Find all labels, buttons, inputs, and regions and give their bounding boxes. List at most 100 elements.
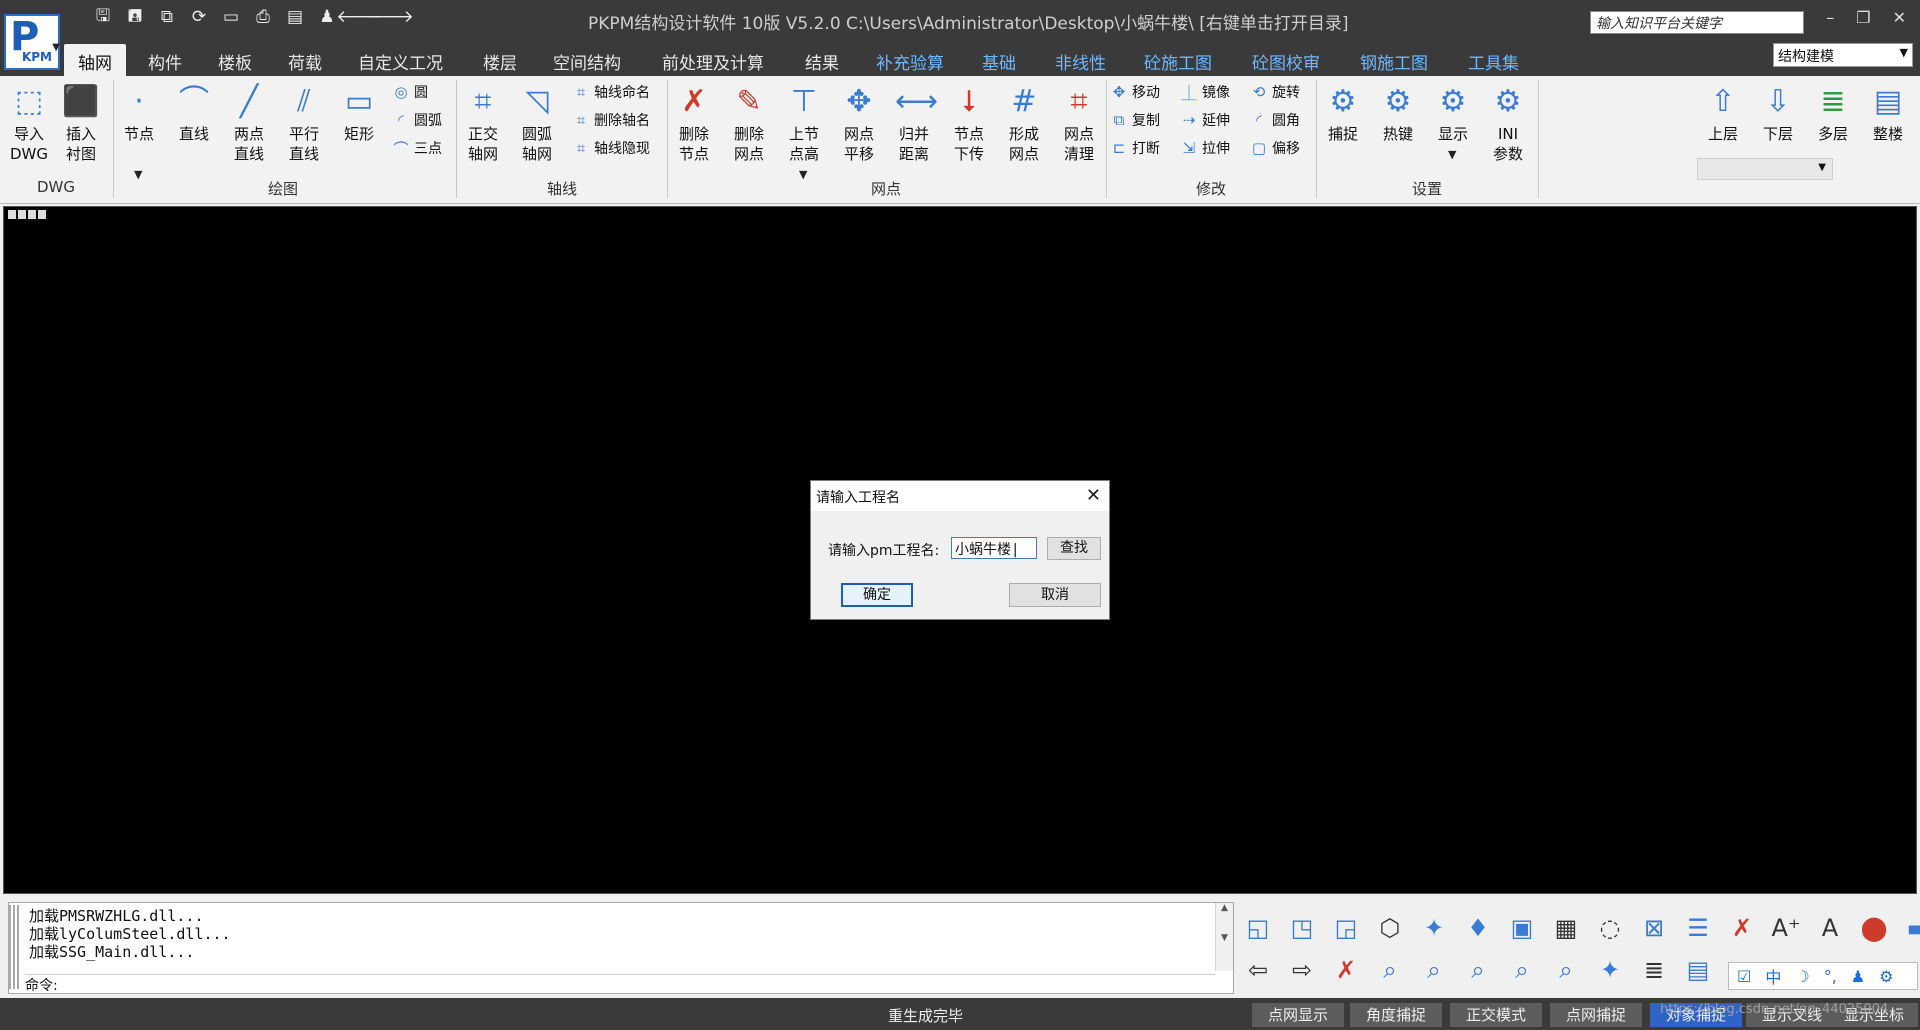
tab-supplement-check[interactable]: 补充验算 <box>876 44 944 76</box>
line-button[interactable]: ⌒ 直线 <box>171 82 217 144</box>
project-name-input[interactable]: 小蜗牛楼| <box>951 537 1037 559</box>
import-dwg-button[interactable]: ⬚ 导入 DWG <box>6 82 52 164</box>
axis-visibility-button[interactable]: ⌗ 轴线隐现 <box>572 138 650 158</box>
axis-name-button[interactable]: ⌗ 轴线命名 <box>572 82 650 102</box>
parallel-line-button[interactable]: ⫽ 平行 直线 <box>281 82 327 164</box>
tab-nonlinear[interactable]: 非线性 <box>1055 44 1106 76</box>
zoom-realtime-icon[interactable]: ⌕ <box>1416 952 1452 988</box>
upper-floor-button[interactable]: ⇧ 上层 <box>1700 82 1746 144</box>
toggle-angle-snap[interactable]: 角度捕捉 <box>1350 1003 1442 1027</box>
user-icon[interactable]: ♟ <box>316 6 338 28</box>
node-down-button[interactable]: ⭣ 节点 下传 <box>946 82 992 164</box>
export-icon[interactable]: ⧉ <box>156 6 178 28</box>
zoom-window-icon[interactable]: ⌕ <box>1372 952 1408 988</box>
extend-button[interactable]: ⇢ 延伸 <box>1180 110 1230 130</box>
light-bulb-icon[interactable]: ✦ <box>1592 952 1628 988</box>
save-as-icon[interactable]: 🖪 <box>124 6 146 28</box>
tab-axis-grid[interactable]: 轴网 <box>64 44 126 76</box>
frame-icon[interactable]: ▣ <box>1504 910 1540 946</box>
zoom-in-icon[interactable]: ⌕ <box>1460 952 1496 988</box>
ime-moon-icon[interactable]: ☽ <box>1795 967 1809 986</box>
rectangle-button[interactable]: ▭ 矩形 <box>336 82 382 144</box>
drag-handle[interactable] <box>9 905 19 989</box>
lower-floor-button[interactable]: ⇩ 下层 <box>1755 82 1801 144</box>
zoom-out-icon[interactable]: ⌕ <box>1548 952 1584 988</box>
circle-button[interactable]: ◎ 圆 <box>392 82 428 102</box>
text-size-icon[interactable]: A <box>1812 910 1848 946</box>
viewport-tabs[interactable] <box>8 210 46 219</box>
notebook-icon[interactable]: ▤ <box>284 6 306 28</box>
view-side-icon[interactable]: ◳ <box>1284 910 1320 946</box>
toggle-ortho-mode[interactable]: 正交模式 <box>1450 1003 1542 1027</box>
building-icon[interactable]: ▤ <box>1680 952 1716 988</box>
offset-button[interactable]: ▢ 偏移 <box>1250 138 1300 158</box>
two-point-line-button[interactable]: ╱ 两点 直线 <box>226 82 272 164</box>
rotate-button[interactable]: ⟲ 旋转 <box>1250 82 1300 102</box>
toggle-grid-display[interactable]: 点网显示 <box>1252 1003 1344 1027</box>
grid-move-button[interactable]: ✥ 网点 平移 <box>836 82 882 164</box>
close-icon[interactable]: ✕ <box>1086 485 1101 506</box>
save-icon[interactable]: 🖫 <box>92 6 114 28</box>
tab-custom-case[interactable]: 自定义工况 <box>358 44 443 76</box>
tab-floor[interactable]: 楼层 <box>483 44 517 76</box>
toggle-grid-snap[interactable]: 点网捕捉 <box>1550 1003 1642 1027</box>
move-button[interactable]: ✥ 移动 <box>1110 82 1160 102</box>
command-input[interactable]: 命令: <box>25 974 1215 994</box>
delete-axis-name-button[interactable]: ⌗ 删除轴名 <box>572 110 650 130</box>
tab-steel-drawing[interactable]: 钢施工图 <box>1360 44 1428 76</box>
clean-grid-button[interactable]: ⌗ 网点 清理 <box>1056 82 1102 164</box>
fillet-button[interactable]: ◜ 圆角 <box>1250 110 1300 130</box>
dwg-export-icon[interactable]: ⬤ <box>1856 910 1892 946</box>
tab-results[interactable]: 结果 <box>805 44 839 76</box>
node-button[interactable]: · 节点 <box>116 82 162 144</box>
tab-concrete-review[interactable]: 砼图校审 <box>1252 44 1320 76</box>
ime-settings-icon[interactable]: ☑ <box>1737 967 1751 986</box>
zoom-extents-icon[interactable]: ⌕ <box>1504 952 1540 988</box>
tab-foundation[interactable]: 基础 <box>982 44 1016 76</box>
tab-load[interactable]: 荷载 <box>288 44 322 76</box>
dwg-icon[interactable]: ▭ <box>220 6 242 28</box>
orbit-icon[interactable]: ◌ <box>1592 910 1628 946</box>
hotkey-button[interactable]: ⚙ 热键 <box>1375 82 1421 144</box>
tab-toolset[interactable]: 工具集 <box>1468 44 1519 76</box>
close-icon[interactable]: ✕ <box>1893 8 1906 27</box>
break-button[interactable]: ⊏ 打断 <box>1110 138 1160 158</box>
print-icon[interactable]: ⎙ <box>252 6 274 28</box>
whole-building-button[interactable]: ▤ 整楼 <box>1865 82 1911 144</box>
text-enlarge-icon[interactable]: A⁺ <box>1768 910 1804 946</box>
restore-icon[interactable]: ❐ <box>1856 8 1870 27</box>
stretch-button[interactable]: ⇲ 拉伸 <box>1180 138 1230 158</box>
light-icon[interactable]: ✦ <box>1416 910 1452 946</box>
ime-punct-icon[interactable]: °, <box>1824 967 1837 986</box>
merge-distance-button[interactable]: ⟷ 归并 距离 <box>891 82 938 164</box>
fit-view-icon[interactable]: ⊠ <box>1636 910 1672 946</box>
stack-icon[interactable]: ≣ <box>1636 952 1672 988</box>
node-elevation-button[interactable]: ⊤ 上节 点高 <box>781 82 827 164</box>
arrow-left-icon[interactable]: ⇦ <box>1240 952 1276 988</box>
refresh-icon[interactable]: ⟳ <box>188 6 210 28</box>
mode-select[interactable]: 结构建模 ▼ <box>1773 43 1913 67</box>
ime-user-icon[interactable]: ♟ <box>1851 967 1865 986</box>
redo-icon[interactable]: 🡒 <box>368 6 414 28</box>
lamp-icon[interactable]: ♦ <box>1460 910 1496 946</box>
mirror-button[interactable]: ⏊ 镜像 <box>1180 82 1230 102</box>
pkpm-logo[interactable]: P KPM ▼ <box>4 14 60 70</box>
floor-select[interactable]: ▼ <box>1697 158 1833 180</box>
minimize-icon[interactable]: – <box>1826 8 1834 27</box>
tab-preprocess[interactable]: 前处理及计算 <box>662 44 764 76</box>
display-button[interactable]: ⚙ 显示 <box>1430 82 1476 144</box>
layer-delete-icon[interactable]: ✗ <box>1724 910 1760 946</box>
snap-button[interactable]: ⚙ 捕捉 <box>1320 82 1366 144</box>
tab-concrete-drawing[interactable]: 砼施工图 <box>1144 44 1212 76</box>
tab-slab[interactable]: 楼板 <box>218 44 252 76</box>
view-iso-icon[interactable]: ⬡ <box>1372 910 1408 946</box>
ime-language[interactable]: 中 <box>1765 964 1781 988</box>
ime-gear-icon[interactable]: ⚙ <box>1879 967 1893 986</box>
delete-node-button[interactable]: ✗ 删除 节点 <box>671 82 717 164</box>
layer-light-icon[interactable]: ☰ <box>1680 910 1716 946</box>
ok-button[interactable]: 确定 <box>841 583 913 607</box>
delete-grid-button[interactable]: ✎ 删除 网点 <box>726 82 772 164</box>
multi-floor-button[interactable]: ≣ 多层 <box>1810 82 1856 144</box>
view-back-icon[interactable]: ◲ <box>1328 910 1364 946</box>
knowledge-search-input[interactable]: 输入知识平台关键字 <box>1590 11 1804 34</box>
